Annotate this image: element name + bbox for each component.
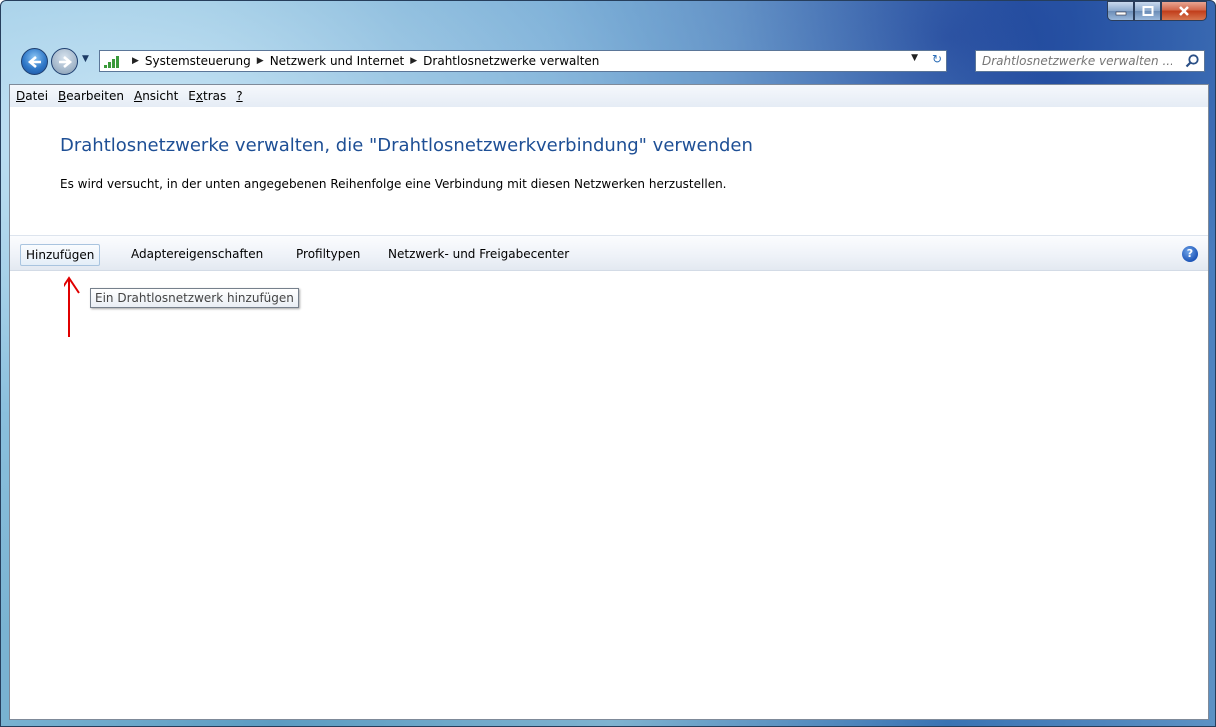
forward-button[interactable] [51,48,78,75]
menu-ansicht[interactable]: Ansicht [134,89,178,103]
add-network-tooltip: Ein Drahtlosnetzwerk hinzufügen [90,288,299,308]
caption-buttons [1107,1,1207,25]
network-icon [104,54,122,68]
maximize-button[interactable] [1134,1,1161,21]
refresh-icon[interactable]: ↻ [932,52,942,66]
breadcrumb-drahtlosnetzwerke[interactable]: Drahtlosnetzwerke verwalten [423,54,599,68]
back-arrow-icon [27,55,41,68]
search-icon[interactable] [1184,53,1200,69]
address-bar[interactable]: ▶ Systemsteuerung ▶ Netzwerk und Interne… [99,50,947,72]
breadcrumb-systemsteuerung[interactable]: Systemsteuerung [145,54,251,68]
search-box[interactable] [975,50,1205,72]
close-button[interactable] [1161,1,1207,21]
add-network-button[interactable]: Hinzufügen [20,244,101,266]
window-frame: ▼ ▶ Systemsteuerung ▶ Netzwerk und Inter… [0,0,1216,727]
minimize-icon [1115,11,1126,16]
menu-bearbeiten[interactable]: Bearbeiten [58,89,124,103]
menu-bar: Datei Bearbeiten Ansicht Extras ? [10,85,1208,108]
content-header: Drahtlosnetzwerke verwalten, die "Drahtl… [10,107,1208,235]
minimize-button[interactable] [1107,1,1134,21]
breadcrumb-netzwerk-und-internet[interactable]: Netzwerk und Internet [270,54,405,68]
forward-arrow-icon [58,55,72,68]
back-button[interactable] [21,48,48,75]
menu-datei[interactable]: Datei [16,89,48,103]
annotation-arrow [64,276,80,337]
search-input[interactable] [982,54,1172,68]
page-title: Drahtlosnetzwerke verwalten, die "Drahtl… [60,135,753,156]
command-bar: Hinzufügen Adaptereigenschaften Profilty… [10,235,1208,271]
client-area: Datei Bearbeiten Ansicht Extras ? Drahtl… [9,84,1209,720]
profile-types-button[interactable]: Profiltypen [291,244,365,266]
breadcrumb-separator[interactable]: ▶ [257,56,264,66]
help-icon[interactable]: ? [1182,246,1198,262]
address-history-dropdown[interactable]: ▼ [911,53,918,63]
page-description: Es wird versucht, in der unten angegeben… [60,177,727,191]
menu-help[interactable]: ? [236,89,242,103]
menu-extras[interactable]: Extras [188,89,226,103]
recent-pages-dropdown[interactable]: ▼ [82,54,89,64]
maximize-icon [1142,6,1153,16]
adapter-properties-button[interactable]: Adaptereigenschaften [126,244,268,266]
breadcrumb-separator[interactable]: ▶ [132,56,139,66]
network-sharing-center-button[interactable]: Netzwerk- und Freigabecenter [383,244,574,266]
close-icon [1179,6,1189,16]
navigation-row: ▼ ▶ Systemsteuerung ▶ Netzwerk und Inter… [15,47,1205,77]
breadcrumb-separator[interactable]: ▶ [410,56,417,66]
